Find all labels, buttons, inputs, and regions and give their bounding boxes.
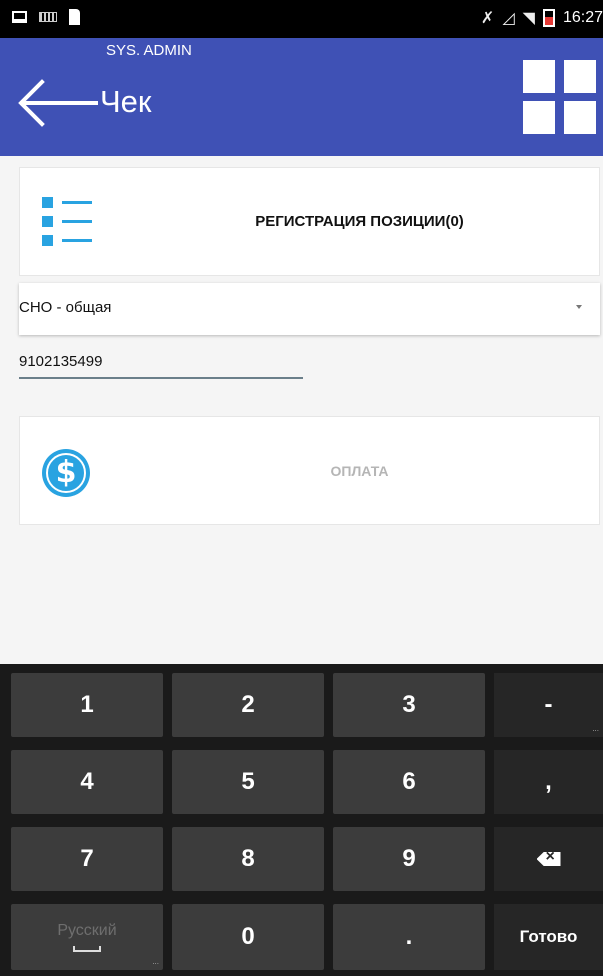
keyboard-icon	[39, 12, 57, 22]
key-6[interactable]: 6	[333, 750, 485, 814]
main-content: РЕГИСТРАЦИЯ ПОЗИЦИИ(0) СНО - общая $ ОПЛ…	[0, 156, 603, 664]
grid-tile	[523, 60, 555, 93]
phone-input[interactable]	[19, 346, 303, 379]
menu-grid-button[interactable]	[523, 60, 596, 134]
screenshot-icon	[12, 11, 27, 23]
tax-system-value: СНО - общая	[19, 299, 112, 316]
sim-icon	[69, 9, 80, 25]
tax-system-select[interactable]: СНО - общая	[19, 283, 600, 335]
key-4[interactable]: 4	[11, 750, 163, 814]
key-5[interactable]: 5	[172, 750, 324, 814]
battery-icon	[542, 9, 555, 27]
key-dot[interactable]: .	[333, 904, 485, 970]
key-0[interactable]: 0	[172, 904, 324, 970]
backspace-key[interactable]	[494, 827, 603, 891]
grid-tile	[564, 101, 596, 134]
payment-card[interactable]: $ ОПЛАТА	[19, 416, 600, 525]
language-label: Русский	[57, 922, 117, 939]
user-label: SYS. ADMIN	[106, 42, 192, 59]
language-key[interactable]: Русский ...	[11, 904, 163, 970]
key-1[interactable]: 1	[11, 673, 163, 737]
status-bar: ✗ ◿ ◥ 16:27	[0, 0, 603, 38]
status-left	[12, 9, 80, 25]
grid-tile	[564, 60, 596, 93]
key-7[interactable]: 7	[11, 827, 163, 891]
arrow-left-icon	[18, 79, 98, 127]
app-bar: SYS. ADMIN Чек	[0, 38, 603, 156]
payment-label: ОПЛАТА	[330, 462, 389, 479]
more-symbols-hint: ...	[592, 724, 599, 733]
key-comma[interactable]: ,	[494, 750, 603, 814]
clock: 16:27	[562, 9, 603, 26]
no-signal-icon: ◿	[502, 10, 515, 27]
dropdown-arrow-icon	[576, 305, 582, 309]
key-8[interactable]: 8	[172, 827, 324, 891]
backspace-icon	[536, 852, 561, 866]
done-button[interactable]: Готово	[494, 904, 603, 970]
key-3[interactable]: 3	[333, 673, 485, 737]
grid-tile	[523, 101, 555, 134]
mute-icon: ✗	[480, 10, 495, 27]
register-item-card[interactable]: РЕГИСТРАЦИЯ ПОЗИЦИИ(0)	[19, 167, 600, 276]
space-icon	[73, 946, 101, 952]
register-item-label: РЕГИСТРАЦИЯ ПОЗИЦИИ(0)	[255, 213, 464, 230]
key-2[interactable]: 2	[172, 673, 324, 737]
key-minus[interactable]: - ...	[494, 673, 603, 737]
key-minus-label: -	[544, 691, 553, 718]
wifi-icon: ◥	[522, 10, 535, 27]
key-9[interactable]: 9	[333, 827, 485, 891]
back-button[interactable]	[16, 78, 98, 128]
numeric-keyboard: 1 2 3 - ... 4 5 6 , 7 8 9 Русский ... 0 …	[0, 664, 603, 976]
status-right: ✗ ◿ ◥ 16:27	[481, 8, 603, 28]
page-title: Чек	[100, 84, 152, 119]
language-more-hint: ...	[152, 957, 159, 966]
